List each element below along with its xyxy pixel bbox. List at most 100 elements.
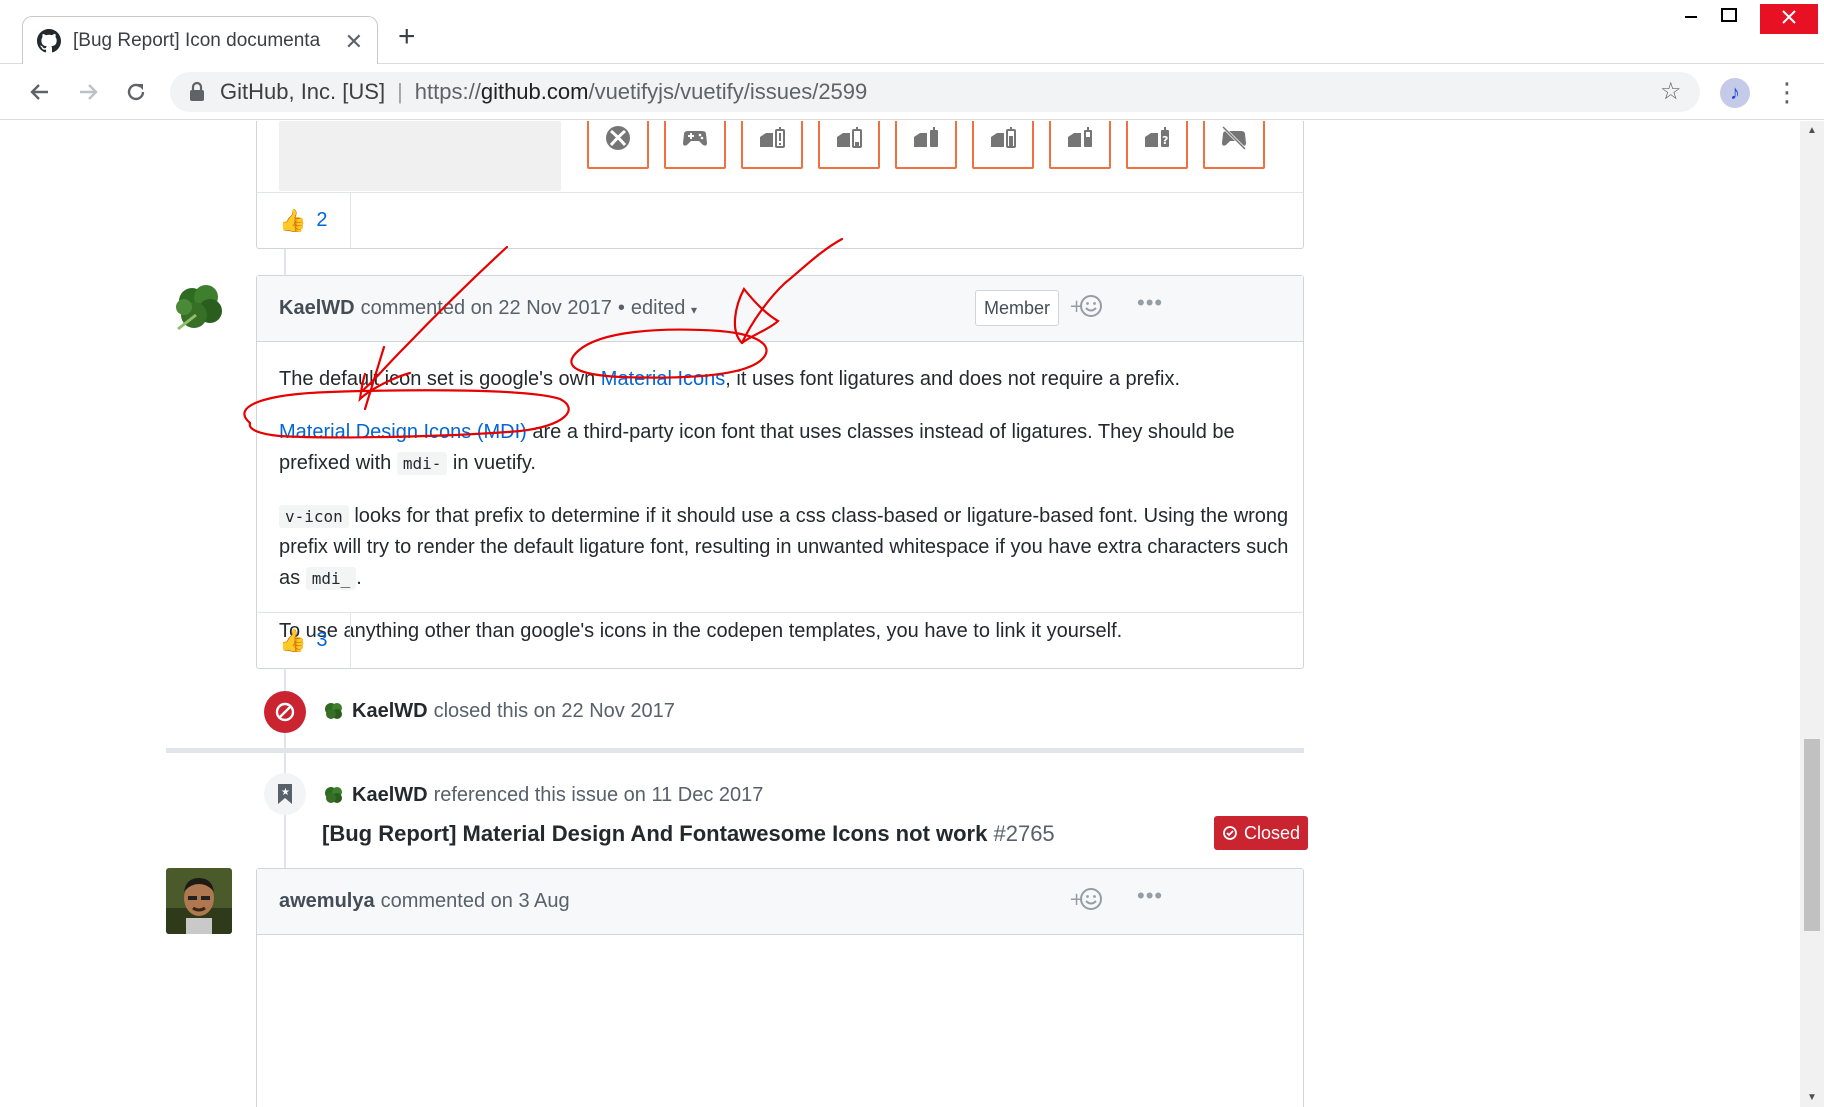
reference-event-badge: ★	[264, 773, 306, 815]
comment-timestamp[interactable]: commented on 22 Nov 2017	[361, 297, 612, 320]
browser-menu-icon[interactable]: ⋮	[1774, 74, 1800, 110]
comment-body: The default icon set is google's own Mat…	[279, 342, 1289, 647]
comment-header: KaelWD commented on 22 Nov 2017 • edited…	[257, 276, 1303, 342]
comment-box-kaelwd: KaelWD commented on 22 Nov 2017 • edited…	[256, 275, 1304, 669]
gamepad-icon-cell	[664, 121, 726, 169]
bullet: •	[617, 297, 625, 319]
address-bar[interactable]: GitHub, Inc. [US] | https:// github.com …	[170, 72, 1700, 112]
comment-paragraph: The default icon set is google's own Mat…	[279, 364, 1289, 395]
event-text: closed this on 22 Nov 2017	[433, 699, 675, 722]
scroll-down-icon[interactable]: ▼	[1807, 1092, 1817, 1103]
attachment-image	[279, 121, 561, 191]
svg-text:?: ?	[1162, 134, 1168, 147]
thumbs-up-icon: 👍	[279, 627, 307, 653]
forward-button[interactable]	[70, 74, 106, 110]
omnibox-separator: |	[397, 79, 403, 104]
battery-charging-icon	[1068, 127, 1092, 147]
arrow-left-icon	[30, 84, 48, 100]
scrollbar-thumb[interactable]	[1804, 739, 1820, 931]
page-viewport: ? 👍 2 KaelWD commented on 22 Nov 2017 • …	[0, 121, 1800, 1107]
text: in vuetify.	[447, 452, 536, 474]
tab-title: [Bug Report] Icon documenta	[73, 29, 321, 51]
close-icon	[1782, 10, 1796, 24]
add-reaction-button[interactable]: +	[1069, 294, 1103, 318]
scroll-up-icon[interactable]: ▲	[1807, 125, 1817, 136]
svg-text:★: ★	[281, 787, 290, 798]
comment-header: awemulya commented on 3 Aug + •••	[257, 869, 1303, 935]
reference-event: KaelWD referenced this issue on 11 Dec 2…	[322, 783, 763, 807]
battery-full-icon	[914, 127, 938, 147]
kale-mini-avatar-icon[interactable]	[322, 699, 346, 723]
gamepad-off-icon	[1221, 125, 1247, 151]
comment-timestamp[interactable]: commented on 3 Aug	[381, 890, 570, 913]
arrow-right-icon	[80, 84, 98, 100]
comment-paragraph: v-icon looks for that prefix to determin…	[279, 501, 1289, 594]
bookmark-icon: ★	[278, 784, 292, 804]
comment-author[interactable]: KaelWD	[279, 297, 355, 320]
edited-label: edited	[630, 297, 686, 319]
inline-code: mdi-	[396, 452, 448, 475]
reaction-count: 2	[316, 209, 328, 231]
browser-toolbar: GitHub, Inc. [US] | https:// github.com …	[0, 64, 1824, 120]
url-path: /vuetifyjs/vuetify/issues/2599	[588, 79, 868, 104]
new-tab-button[interactable]: +	[398, 22, 416, 52]
battery-alert-icon-cell	[741, 121, 803, 169]
chevron-down-icon: ▾	[690, 303, 697, 317]
extension-music-icon[interactable]: ♪	[1720, 78, 1750, 108]
inline-code: mdi_	[305, 567, 357, 590]
text: The default icon set is google's own	[279, 368, 601, 390]
back-button[interactable]	[22, 74, 58, 110]
url-scheme: https://	[414, 79, 481, 104]
reload-button[interactable]	[118, 74, 154, 110]
reload-icon	[127, 83, 145, 101]
lock-icon	[190, 81, 204, 101]
battery-medium-icon	[991, 127, 1016, 148]
text: looks for that prefix to determine if it…	[279, 505, 1289, 589]
event-author[interactable]: KaelWD	[352, 700, 428, 723]
kale-mini-avatar-icon[interactable]	[322, 783, 346, 807]
vertical-scrollbar[interactable]: ▲ ▼	[1800, 121, 1824, 1107]
closed-event: KaelWD closed this on 22 Nov 2017	[322, 699, 675, 723]
avatar-awemulya[interactable]	[166, 868, 232, 934]
browser-titlebar: [Bug Report] Icon documenta ✕ +	[0, 0, 1824, 64]
timeline-divider	[166, 748, 1304, 753]
referenced-issue-link[interactable]: [Bug Report] Material Design And Fontawe…	[322, 821, 1055, 847]
mdi-link[interactable]: Material Design Icons (MDI)	[279, 421, 527, 443]
thumbs-up-reaction[interactable]: 👍 3	[257, 613, 351, 668]
thumbs-up-reaction[interactable]: 👍 2	[257, 193, 351, 248]
battery-medium-icon-cell	[972, 121, 1034, 169]
comment-paragraph: Material Design Icons (MDI) are a third-…	[279, 417, 1289, 479]
text: .	[356, 567, 362, 589]
referenced-issue-title: [Bug Report] Material Design And Fontawe…	[322, 821, 988, 846]
inline-code: v-icon	[279, 505, 349, 528]
battery-low-icon-cell	[818, 121, 880, 169]
member-badge: Member	[975, 290, 1060, 326]
closed-event-badge	[264, 691, 306, 733]
comment-author[interactable]: awemulya	[279, 890, 375, 913]
gamepad-icon	[683, 131, 707, 146]
window-maximize-button[interactable]	[1706, 4, 1752, 34]
bookmark-star-icon[interactable]: ☆	[1660, 77, 1682, 106]
browser-tab[interactable]: [Bug Report] Icon documenta ✕	[22, 16, 378, 64]
battery-full-icon-cell	[895, 121, 957, 169]
tab-close-icon[interactable]: ✕	[345, 29, 363, 55]
material-icons-link[interactable]: Material Icons	[601, 368, 726, 390]
maximize-icon	[1721, 8, 1737, 22]
event-text: referenced this issue on 11 Dec 2017	[433, 783, 764, 806]
url-host: github.com	[480, 79, 589, 104]
battery-low-icon	[837, 127, 862, 148]
smiley-plus-icon: +	[1069, 295, 1102, 317]
add-reaction-button[interactable]: +	[1069, 887, 1103, 911]
battery-unknown-icon: ?	[1145, 127, 1169, 147]
avatar-kaelwd[interactable]	[166, 275, 232, 341]
xbox-icon-cell	[587, 121, 649, 169]
edited-dropdown[interactable]: edited ▾	[631, 297, 697, 320]
comment-box-awemulya: awemulya commented on 3 Aug + •••	[256, 868, 1304, 1107]
more-options-icon[interactable]: •••	[1137, 290, 1163, 316]
referenced-issue-number: #2765	[993, 821, 1055, 846]
more-options-icon[interactable]: •••	[1137, 883, 1163, 909]
window-close-button[interactable]	[1760, 4, 1818, 34]
kale-avatar-icon	[166, 275, 232, 341]
issue-closed-icon	[1223, 826, 1237, 840]
event-author[interactable]: KaelWD	[352, 784, 428, 807]
